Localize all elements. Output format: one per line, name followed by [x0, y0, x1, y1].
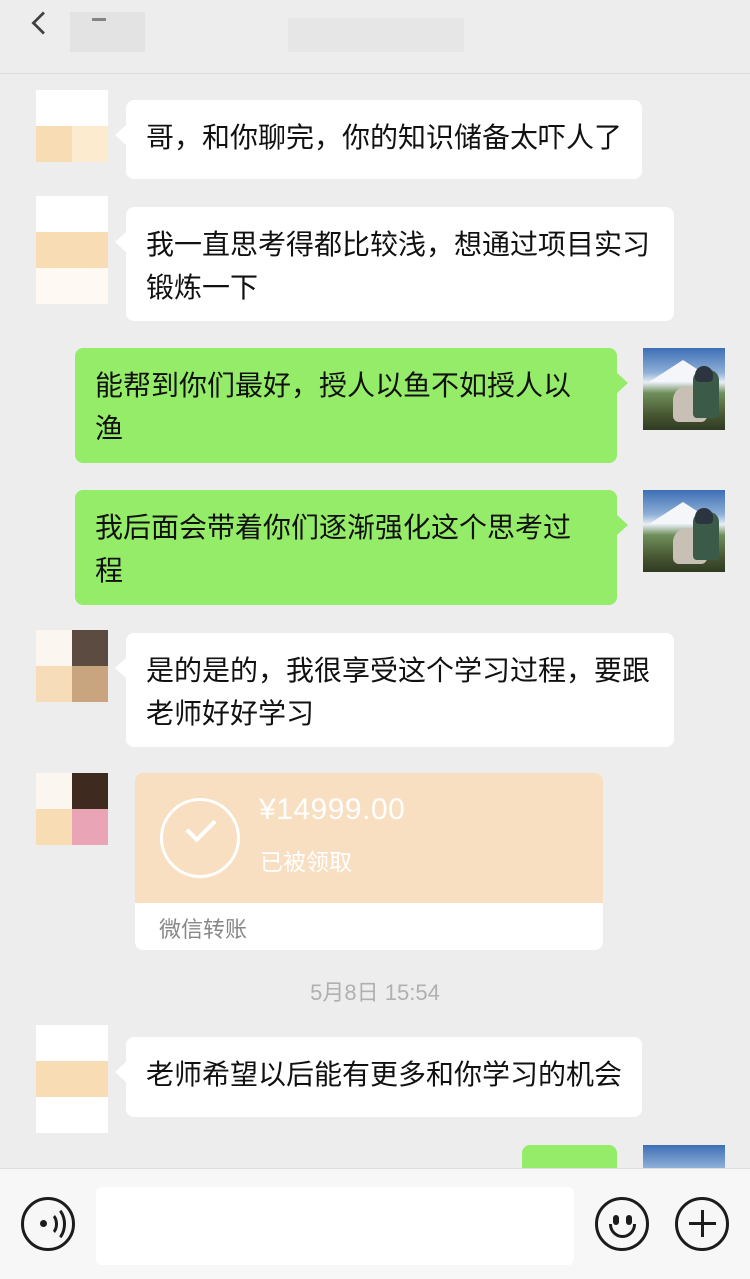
transfer-card[interactable]: ¥14999.00 已被领取 微信转账: [135, 773, 603, 950]
chat-header: [0, 0, 750, 74]
self-avatar[interactable]: [643, 348, 725, 430]
message-text: 老师希望以后能有更多和你学习的机会: [146, 1058, 623, 1091]
message-text: 是的是的，我很享受这个学习过程，要跟老师好好学习: [146, 654, 651, 730]
plus-icon[interactable]: [675, 1197, 729, 1251]
check-icon: [160, 798, 240, 878]
message-text: 哥，和你聊完，你的知识储备太吓人了: [146, 121, 623, 154]
message-text: 我后面会带着你们逐渐强化这个思考过程: [95, 511, 572, 587]
header-title-redacted: [288, 18, 464, 52]
message-text: 我一直思考得都比较浅，想通过项目实习锻炼一下: [146, 228, 651, 304]
timestamp: 5月8日 15:54: [310, 980, 440, 1005]
message-bubble[interactable]: 我一直思考得都比较浅，想通过项目实习锻炼一下: [115, 207, 674, 321]
contact-avatar[interactable]: [36, 630, 108, 702]
contact-avatar[interactable]: [36, 1025, 108, 1133]
message-bubble[interactable]: 我后面会带着你们逐渐强化这个思考过程: [75, 490, 628, 605]
message-bubble[interactable]: 能帮到你们最好，授人以鱼不如授人以渔: [75, 348, 628, 463]
title-dash: [92, 18, 106, 21]
message-bubble-partial[interactable]: [522, 1145, 617, 1168]
emoji-icon[interactable]: [595, 1197, 649, 1251]
message-bubble[interactable]: 老师希望以后能有更多和你学习的机会: [115, 1037, 642, 1117]
message-bubble[interactable]: 哥，和你聊完，你的知识储备太吓人了: [115, 100, 642, 179]
message-text: 能帮到你们最好，授人以鱼不如授人以渔: [95, 369, 572, 445]
self-avatar-partial[interactable]: [643, 1145, 725, 1168]
transfer-amount: ¥14999.00: [259, 793, 406, 826]
self-avatar[interactable]: [643, 490, 725, 572]
input-bar: [0, 1168, 750, 1279]
contact-avatar[interactable]: [36, 773, 108, 845]
message-bubble[interactable]: 是的是的，我很享受这个学习过程，要跟老师好好学习: [115, 633, 674, 747]
contact-name-redacted: [70, 12, 145, 52]
voice-icon[interactable]: [21, 1197, 75, 1251]
contact-avatar[interactable]: [36, 90, 108, 162]
back-arrow-icon[interactable]: [31, 11, 55, 35]
transfer-status: 已被领取: [260, 850, 352, 876]
contact-avatar[interactable]: [36, 196, 108, 304]
message-input[interactable]: [96, 1187, 574, 1265]
transfer-label: 微信转账: [159, 918, 248, 943]
